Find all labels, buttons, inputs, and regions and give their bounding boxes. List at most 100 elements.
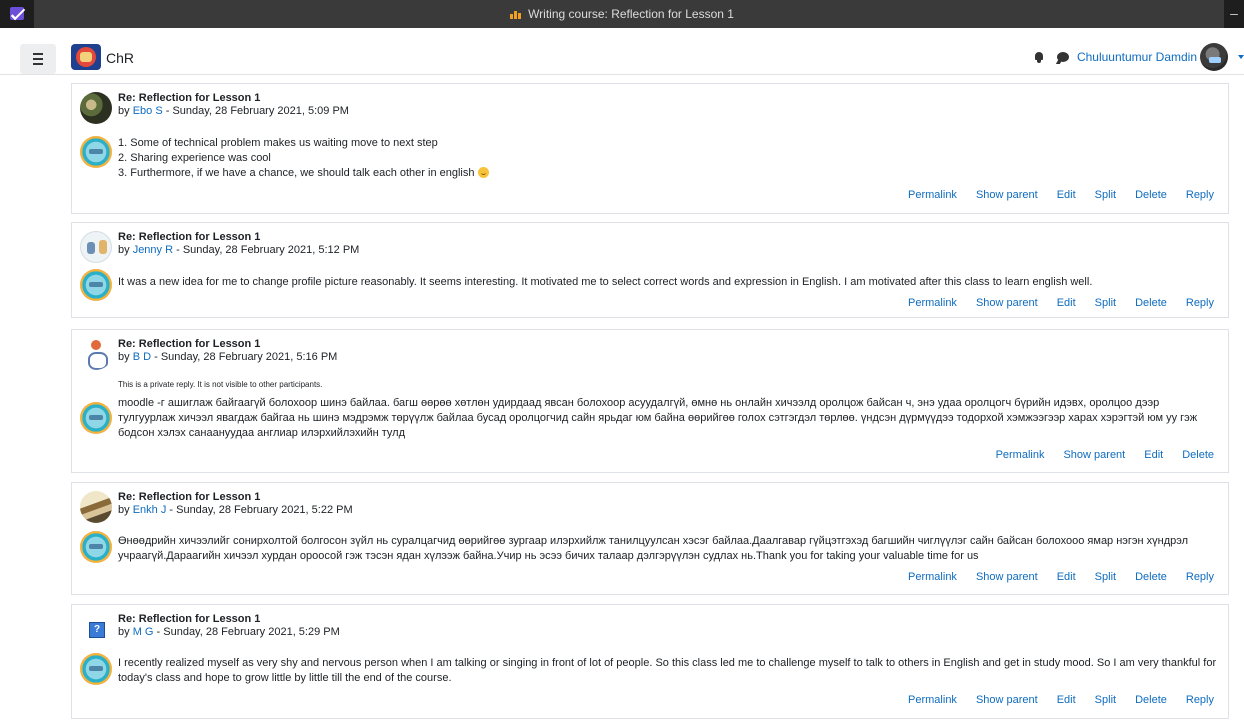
show-parent-link[interactable]: Show parent: [976, 694, 1038, 706]
post-line: 1. Some of technical problem makes us wa…: [118, 137, 438, 149]
forum-post: Re: Reflection for Lesson 1 by M G - Sun…: [71, 604, 1229, 719]
chat-icon[interactable]: [1056, 52, 1069, 62]
show-parent-link[interactable]: Show parent: [976, 297, 1038, 309]
post-date: - Sunday, 28 February 2021, 5:09 PM: [165, 105, 349, 117]
course-avatar: [80, 653, 112, 685]
post-body: I recently realized myself as very shy a…: [118, 657, 1217, 684]
post-actions: Permalink Show parent Edit Split Delete …: [889, 571, 1214, 583]
author-link[interactable]: Ebo S: [133, 105, 163, 117]
post-body: 1. Some of technical problem makes us wa…: [118, 136, 1218, 181]
reply-link[interactable]: Reply: [1186, 297, 1214, 309]
top-navbar: ChR Chuluuntumur Damdin: [0, 39, 1244, 75]
forum-post: Re: Reflection for Lesson 1 by Ebo S - S…: [71, 83, 1229, 214]
reply-link[interactable]: Reply: [1186, 571, 1214, 583]
forum-post: Re: Reflection for Lesson 1 by Jenny R -…: [71, 222, 1229, 318]
post-actions: Permalink Show parent Edit Split Delete …: [889, 297, 1214, 309]
course-avatar: [80, 402, 112, 434]
menu-button[interactable]: [20, 44, 56, 74]
edit-link[interactable]: Edit: [1144, 449, 1163, 461]
post-date: - Sunday, 28 February 2021, 5:12 PM: [176, 244, 360, 256]
permalink-link[interactable]: Permalink: [908, 694, 957, 706]
post-byline: by Ebo S - Sunday, 28 February 2021, 5:0…: [118, 105, 349, 117]
forum-post: Re: Reflection for Lesson 1 by B D - Sun…: [71, 329, 1229, 473]
post-body: moodle -г ашиглаж байгаагүй болохоор шин…: [118, 397, 1198, 439]
post-actions: Permalink Show parent Edit Delete: [977, 449, 1214, 461]
post-body: Өнөөдрийн хичээлийг сонирхолтой болгосон…: [118, 535, 1189, 562]
byline-by: by: [118, 351, 130, 363]
reply-link[interactable]: Reply: [1186, 694, 1214, 706]
delete-link[interactable]: Delete: [1135, 694, 1167, 706]
window-title: Writing course: Reflection for Lesson 1: [0, 0, 1244, 28]
byline-by: by: [118, 105, 130, 117]
course-avatar: [80, 269, 112, 301]
split-link[interactable]: Split: [1095, 694, 1116, 706]
course-avatar: [80, 136, 112, 168]
delete-link[interactable]: Delete: [1135, 571, 1167, 583]
private-reply-note: This is a private reply. It is not visib…: [118, 380, 323, 389]
permalink-link[interactable]: Permalink: [908, 189, 957, 201]
post-byline: by Jenny R - Sunday, 28 February 2021, 5…: [118, 244, 359, 256]
user-area: Chuluuntumur Damdin: [1033, 39, 1244, 75]
menu-icon-bar: [33, 58, 43, 60]
split-link[interactable]: Split: [1095, 571, 1116, 583]
edit-link[interactable]: Edit: [1057, 571, 1076, 583]
author-link[interactable]: B D: [133, 351, 151, 363]
author-avatar[interactable]: [80, 613, 112, 645]
moodle-icon: [510, 9, 522, 19]
site-logo[interactable]: [71, 44, 101, 70]
post-actions: Permalink Show parent Edit Split Delete …: [889, 694, 1214, 706]
site-name[interactable]: ChR: [106, 50, 134, 66]
show-parent-link[interactable]: Show parent: [976, 571, 1038, 583]
avatar[interactable]: [1200, 43, 1228, 71]
bell-icon[interactable]: [1033, 51, 1045, 63]
post-actions: Permalink Show parent Edit Split Delete …: [889, 189, 1214, 201]
author-link[interactable]: M G: [133, 626, 154, 638]
author-link[interactable]: Jenny R: [133, 244, 173, 256]
author-avatar[interactable]: [80, 338, 112, 370]
byline-by: by: [118, 504, 130, 516]
window-title-text: Writing course: Reflection for Lesson 1: [528, 7, 734, 21]
window-titlebar: Writing course: Reflection for Lesson 1 …: [0, 0, 1244, 28]
split-link[interactable]: Split: [1095, 297, 1116, 309]
post-line: 2. Sharing experience was cool: [118, 152, 271, 164]
post-subject: Re: Reflection for Lesson 1: [118, 231, 261, 243]
post-byline: by Enkh J - Sunday, 28 February 2021, 5:…: [118, 504, 353, 516]
post-subject: Re: Reflection for Lesson 1: [118, 92, 261, 104]
byline-by: by: [118, 626, 130, 638]
post-byline: by M G - Sunday, 28 February 2021, 5:29 …: [118, 626, 340, 638]
permalink-link[interactable]: Permalink: [908, 297, 957, 309]
menu-icon-bar: [33, 63, 43, 65]
user-menu-name[interactable]: Chuluuntumur Damdin: [1077, 50, 1197, 64]
post-byline: by B D - Sunday, 28 February 2021, 5:16 …: [118, 351, 337, 363]
delete-link[interactable]: Delete: [1135, 189, 1167, 201]
course-avatar: [80, 531, 112, 563]
post-date: - Sunday, 28 February 2021, 5:22 PM: [169, 504, 353, 516]
delete-link[interactable]: Delete: [1135, 297, 1167, 309]
minimize-button[interactable]: –: [1224, 0, 1244, 28]
post-subject: Re: Reflection for Lesson 1: [118, 491, 261, 503]
post-line-text: 3. Furthermore, if we have a chance, we …: [118, 167, 475, 179]
permalink-link[interactable]: Permalink: [996, 449, 1045, 461]
menu-icon: [33, 53, 43, 55]
split-link[interactable]: Split: [1095, 189, 1116, 201]
smile-icon: [477, 167, 489, 178]
author-avatar[interactable]: [80, 491, 112, 523]
delete-link[interactable]: Delete: [1182, 449, 1214, 461]
byline-by: by: [118, 244, 130, 256]
post-subject: Re: Reflection for Lesson 1: [118, 613, 261, 625]
post-line: 3. Furthermore, if we have a chance, we …: [118, 166, 1218, 181]
post-subject: Re: Reflection for Lesson 1: [118, 338, 261, 350]
show-parent-link[interactable]: Show parent: [976, 189, 1038, 201]
author-avatar[interactable]: [80, 231, 112, 263]
chevron-down-icon[interactable]: [1238, 55, 1244, 59]
post-body: It was a new idea for me to change profi…: [118, 276, 1093, 288]
permalink-link[interactable]: Permalink: [908, 571, 957, 583]
author-link[interactable]: Enkh J: [133, 504, 167, 516]
reply-link[interactable]: Reply: [1186, 189, 1214, 201]
author-avatar[interactable]: [80, 92, 112, 124]
forum-post: Re: Reflection for Lesson 1 by Enkh J - …: [71, 482, 1229, 595]
show-parent-link[interactable]: Show parent: [1063, 449, 1125, 461]
edit-link[interactable]: Edit: [1057, 694, 1076, 706]
edit-link[interactable]: Edit: [1057, 189, 1076, 201]
edit-link[interactable]: Edit: [1057, 297, 1076, 309]
